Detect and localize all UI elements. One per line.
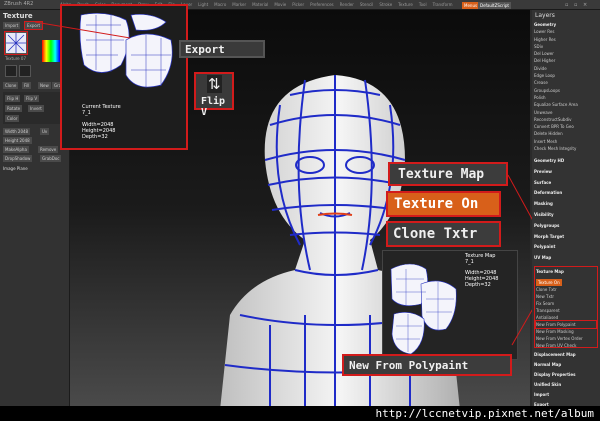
equalize-surface-button[interactable]: Equalize Surface Area [534, 101, 598, 108]
clone-txtr-button[interactable]: Clone Txtr [536, 286, 596, 293]
callout-connector-lines [34, 21, 561, 346]
watermark-bar: http://lccnetvip.pixnet.net/album [0, 406, 600, 421]
tool-palette: Layers Geometry Lower Res Higher Res SDi… [532, 10, 600, 410]
new-from-vertex-order-button[interactable]: New From Vertex Order [536, 335, 596, 342]
sdiv-slider[interactable]: SDiv [534, 43, 598, 50]
tool-bottom-sections: Displacement Map Normal Map Display Prop… [534, 350, 598, 410]
fix-seam-button[interactable]: Fix Seam [536, 300, 596, 307]
unified-skin-section[interactable]: Unified Skin [534, 380, 598, 390]
delete-hidden-button[interactable]: Delete Hidden [534, 130, 598, 137]
displacement-map-section[interactable]: Displacement Map [534, 350, 598, 360]
geometry-subpalette: Geometry Lower Res Higher Res SDiv Del L… [534, 21, 598, 152]
layers-header[interactable]: Layers [535, 12, 555, 19]
masking-section[interactable]: Masking [534, 199, 598, 210]
normal-map-section[interactable]: Normal Map [534, 360, 598, 370]
visibility-section[interactable]: Visibility [534, 210, 598, 221]
polish-slider[interactable]: Polish [534, 94, 598, 101]
deformation-section[interactable]: Deformation [534, 188, 598, 199]
zbrush-app: { "app": {"title": "ZBrush 4R2"}, "menus… [0, 0, 600, 421]
polygroups-section[interactable]: Polygroups [534, 221, 598, 232]
new-from-polypaint-button[interactable]: New From Polypaint [535, 320, 597, 329]
new-from-uv-check-button[interactable]: New From UV Check [536, 342, 596, 349]
insert-mesh-button[interactable]: Insert Mesh [534, 138, 598, 145]
display-properties-section[interactable]: Display Properties [534, 370, 598, 380]
unweave-button[interactable]: Unweave [534, 109, 598, 116]
geometry-header[interactable]: Geometry [534, 21, 598, 28]
convert-bpr-button[interactable]: Convert BPR To Geo [534, 123, 598, 130]
antialiased-button[interactable]: Antialiased [536, 314, 596, 321]
texture-on-button[interactable]: Texture On [536, 279, 562, 286]
reconstruct-subdiv-button[interactable]: ReconstructSubdiv [534, 116, 598, 123]
geometry-hd-section[interactable]: Geometry HD [534, 156, 598, 167]
check-mesh-button[interactable]: Check Mesh Integrity [534, 145, 598, 152]
new-from-masking-button[interactable]: New From Masking [536, 328, 596, 335]
lower-res-button[interactable]: Lower Res [534, 28, 598, 35]
groupsloops-button[interactable]: GroupsLoops [534, 87, 598, 94]
del-higher-button[interactable]: Del Higher [534, 57, 598, 64]
tool-sections: Geometry HD Preview Surface Deformation … [534, 156, 598, 264]
import-section[interactable]: Import [534, 390, 598, 400]
divide-button[interactable]: Divide [534, 65, 598, 72]
morph-target-section[interactable]: Morph Target [534, 232, 598, 243]
preview-section[interactable]: Preview [534, 167, 598, 178]
surface-section[interactable]: Surface [534, 178, 598, 189]
uv-map-section[interactable]: UV Map [534, 253, 598, 264]
edge-loop-button[interactable]: Edge Loop [534, 72, 598, 79]
polypaint-section[interactable]: Polypaint [534, 242, 598, 253]
texture-map-header[interactable]: Texture Map [536, 268, 596, 275]
crease-button[interactable]: Crease [534, 79, 598, 86]
higher-res-button[interactable]: Higher Res [534, 36, 598, 43]
new-txtr-button[interactable]: New Txtr [536, 293, 596, 300]
watermark-url: http://lccnetvip.pixnet.net/album [375, 407, 594, 420]
transparent-button[interactable]: Transparent [536, 307, 596, 314]
texture-map-subpalette: Texture Map Texture On Clone Txtr New Tx… [534, 266, 598, 348]
del-lower-button[interactable]: Del Lower [534, 50, 598, 57]
